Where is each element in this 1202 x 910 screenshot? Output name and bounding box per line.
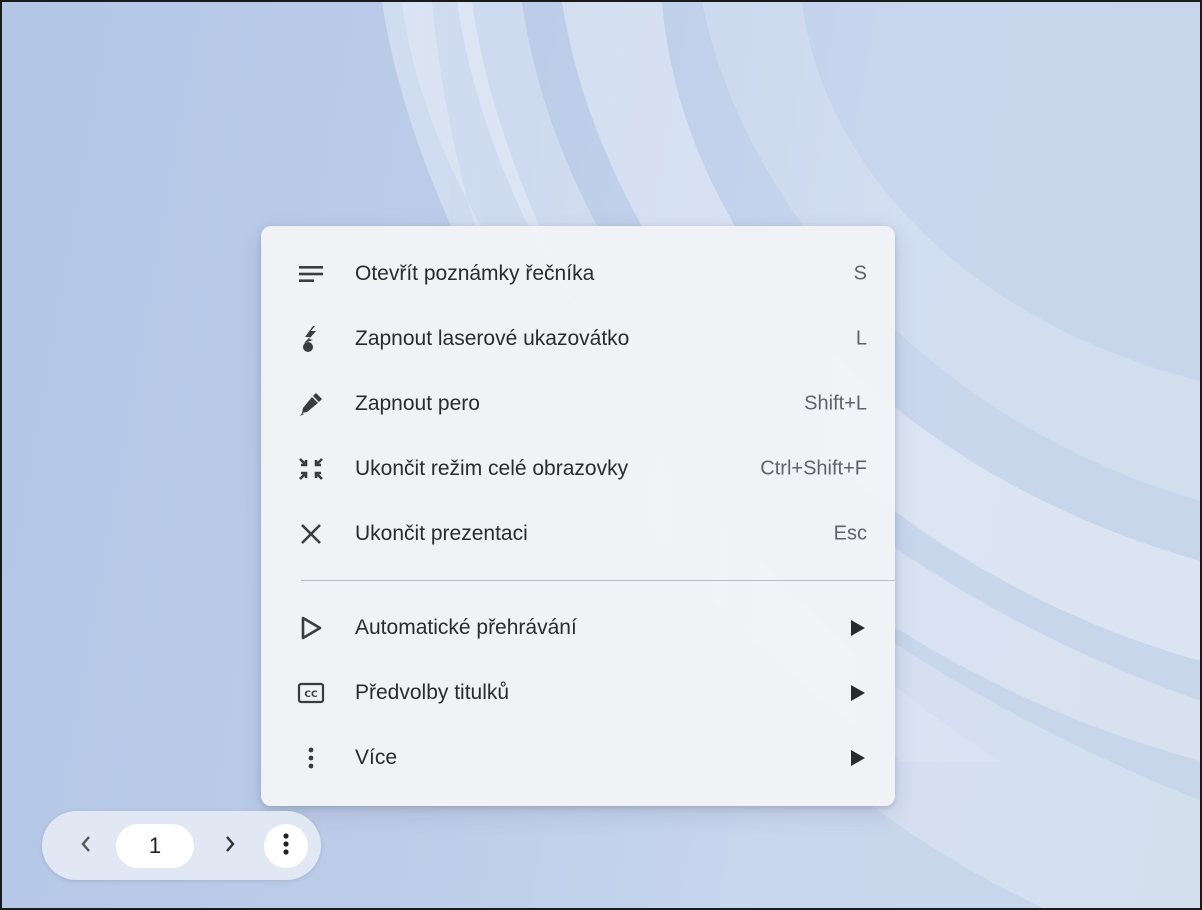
more-vert-icon xyxy=(293,740,329,776)
chevron-left-icon xyxy=(79,834,93,859)
slide-navigation-bar: 1 xyxy=(42,811,321,880)
next-slide-button[interactable] xyxy=(210,826,250,866)
more-options-button[interactable] xyxy=(264,824,308,868)
submenu-arrow-icon xyxy=(851,620,865,636)
presentation-slide-area: Otevřít poznámky řečníka S Zapnout laser… xyxy=(0,0,1202,910)
submenu-arrow-icon xyxy=(851,750,865,766)
menu-item-label: Automatické přehrávání xyxy=(355,616,577,639)
menu-item-shortcut: Shift+L xyxy=(804,392,867,415)
menu-item-label: Více xyxy=(355,746,398,769)
menu-item-autoplay[interactable]: Automatické přehrávání xyxy=(261,596,895,660)
close-icon xyxy=(293,516,329,552)
menu-item-label: Otevřít poznámky řečníka xyxy=(355,262,595,285)
menu-item-label: Zapnout laserové ukazovátko xyxy=(355,327,630,350)
submenu-arrow-icon xyxy=(851,685,865,701)
previous-slide-button[interactable] xyxy=(66,826,106,866)
exit-fullscreen-icon xyxy=(293,451,329,487)
menu-item-label: Zapnout pero xyxy=(355,392,480,415)
menu-item-more[interactable]: Více xyxy=(261,726,895,790)
laser-pointer-icon xyxy=(293,321,329,357)
more-vert-icon xyxy=(282,832,290,861)
notes-icon xyxy=(293,256,329,292)
menu-item-label: Předvolby titulků xyxy=(355,681,510,704)
page-number-field[interactable]: 1 xyxy=(116,824,194,868)
captions-icon: CC xyxy=(293,675,329,711)
menu-item-shortcut: Ctrl+Shift+F xyxy=(760,457,867,480)
menu-item-laser-pointer[interactable]: Zapnout laserové ukazovátko L xyxy=(261,307,895,371)
menu-divider xyxy=(301,580,895,581)
play-icon xyxy=(293,610,329,646)
pen-icon xyxy=(293,386,329,422)
menu-item-speaker-notes[interactable]: Otevřít poznámky řečníka S xyxy=(261,242,895,306)
menu-item-exit-fullscreen[interactable]: Ukončit režim celé obrazovky Ctrl+Shift+… xyxy=(261,437,895,501)
menu-item-label: Ukončit režim celé obrazovky xyxy=(355,457,629,480)
menu-item-shortcut: L xyxy=(855,327,867,350)
menu-item-shortcut: Esc xyxy=(833,522,867,545)
menu-item-caption-preferences[interactable]: CC Předvolby titulků xyxy=(261,661,895,725)
menu-item-exit-presentation[interactable]: Ukončit prezentaci Esc xyxy=(261,502,895,566)
chevron-right-icon xyxy=(223,834,237,859)
menu-item-shortcut: S xyxy=(853,262,867,285)
presentation-options-menu: Otevřít poznámky řečníka S Zapnout laser… xyxy=(261,226,895,806)
menu-item-pen[interactable]: Zapnout pero Shift+L xyxy=(261,372,895,436)
menu-item-label: Ukončit prezentaci xyxy=(355,522,528,545)
svg-text:CC: CC xyxy=(304,690,318,700)
